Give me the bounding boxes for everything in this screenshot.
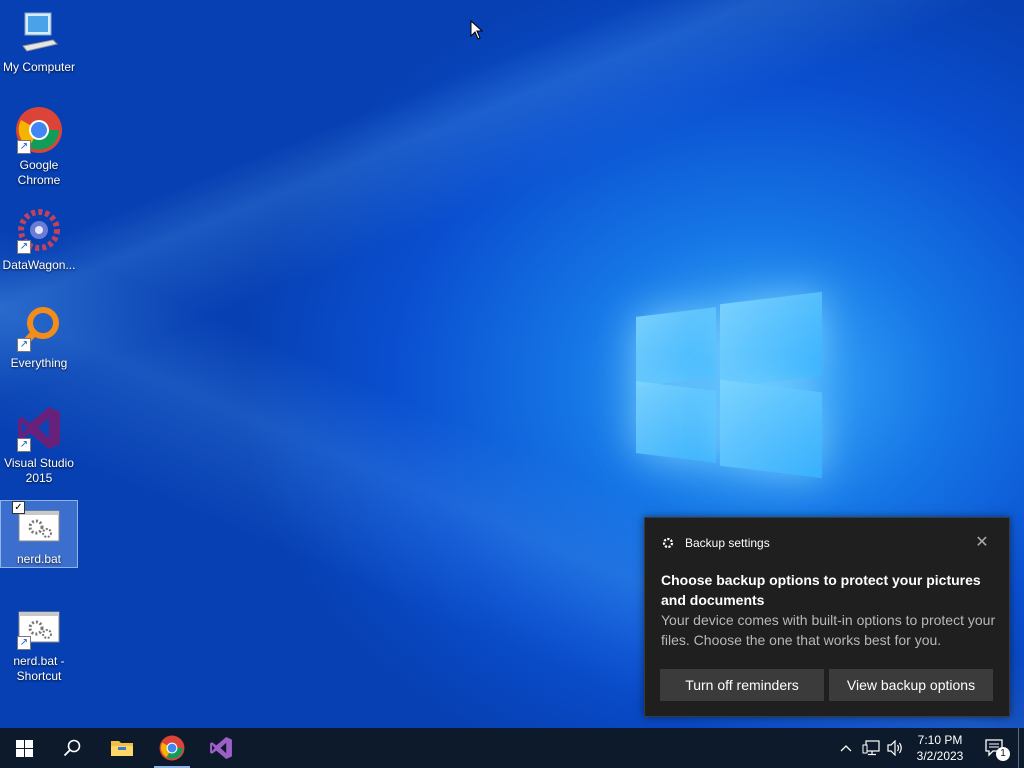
folder-icon [111, 741, 133, 756]
mouse-cursor-icon [470, 20, 484, 40]
desktop-icon-datawagon[interactable]: ↗ DataWagon... [1, 206, 77, 273]
turn-off-reminders-button[interactable]: Turn off reminders [660, 669, 824, 701]
desktop-icon-label: My Computer [2, 60, 76, 74]
start-button[interactable] [0, 728, 48, 768]
desktop-icon-nerd-bat-shortcut[interactable]: ↗ nerd.bat - Shortcut [1, 602, 77, 684]
batch-file-icon: ✓ [12, 501, 63, 548]
chrome-icon: ↗ [15, 106, 63, 154]
close-icon[interactable]: ✕ [975, 535, 989, 551]
network-icon [862, 740, 880, 756]
desktop-icon-label: Google Chrome [17, 158, 61, 187]
notification-header: Backup settings [661, 536, 770, 550]
chrome-icon [159, 735, 185, 761]
desktop-icon-label: Everything [10, 356, 68, 370]
gear-icon [662, 537, 674, 549]
show-hidden-icons-button[interactable] [836, 728, 856, 768]
desktop-icon-label: nerd.bat - Shortcut [13, 654, 65, 683]
checkbox-icon[interactable]: ✓ [12, 501, 25, 514]
desktop-icon-google-chrome[interactable]: ↗ Google Chrome [1, 106, 77, 188]
taskbar: 7:10 PM 3/2/2023 1 [0, 728, 1024, 768]
clock-date: 3/2/2023 [916, 749, 964, 763]
clock-time: 7:10 PM [917, 733, 963, 747]
notification-title: Choose backup options to protect your pi… [661, 572, 981, 608]
windows-start-icon [15, 739, 33, 757]
notification-body: Your device comes with built-in options … [661, 612, 996, 648]
file-explorer-button[interactable] [98, 728, 146, 768]
computer-icon [15, 8, 63, 56]
visual-studio-icon [210, 737, 232, 759]
desktop-icon-label: Visual Studio 2015 [4, 456, 74, 485]
view-backup-options-button[interactable]: View backup options [829, 669, 993, 701]
windows-logo-wallpaper [636, 290, 822, 480]
desktop-icon-label: nerd.bat [16, 552, 62, 566]
taskbar-clock[interactable]: 7:10 PM 3/2/2023 [906, 732, 974, 764]
visual-studio-icon: ↗ [15, 404, 63, 452]
volume-button[interactable] [883, 728, 907, 768]
batch-file-icon: ↗ [15, 602, 63, 650]
everything-search-icon: ↗ [15, 304, 63, 352]
backup-notification[interactable]: Backup settings ✕ Choose backup options … [644, 517, 1010, 717]
desktop-icon-label: DataWagon... [2, 258, 76, 272]
desktop-icon-nerd-bat[interactable]: ✓ nerd.bat [0, 500, 78, 568]
speaker-icon [887, 740, 902, 756]
shortcut-arrow-icon: ↗ [17, 338, 31, 352]
search-icon [63, 739, 81, 757]
chrome-taskbar-button[interactable] [148, 728, 196, 768]
notification-count-badge: 1 [996, 747, 1010, 761]
notification-app-name: Backup settings [685, 536, 770, 550]
shortcut-arrow-icon: ↗ [17, 140, 31, 154]
shortcut-arrow-icon: ↗ [17, 636, 31, 650]
desktop-icon-everything[interactable]: ↗ Everything [1, 304, 77, 371]
shortcut-arrow-icon: ↗ [17, 240, 31, 254]
visual-studio-taskbar-button[interactable] [197, 728, 245, 768]
chevron-up-icon [840, 745, 852, 752]
search-button[interactable] [48, 728, 96, 768]
show-desktop-button[interactable] [1018, 728, 1024, 768]
shortcut-arrow-icon: ↗ [17, 438, 31, 452]
action-center-button[interactable]: 1 [980, 728, 1010, 768]
datawagon-icon: ↗ [15, 206, 63, 254]
desktop-icon-visual-studio[interactable]: ↗ Visual Studio 2015 [1, 404, 77, 486]
network-button[interactable] [859, 728, 883, 768]
desktop-icon-my-computer[interactable]: My Computer [1, 8, 77, 75]
